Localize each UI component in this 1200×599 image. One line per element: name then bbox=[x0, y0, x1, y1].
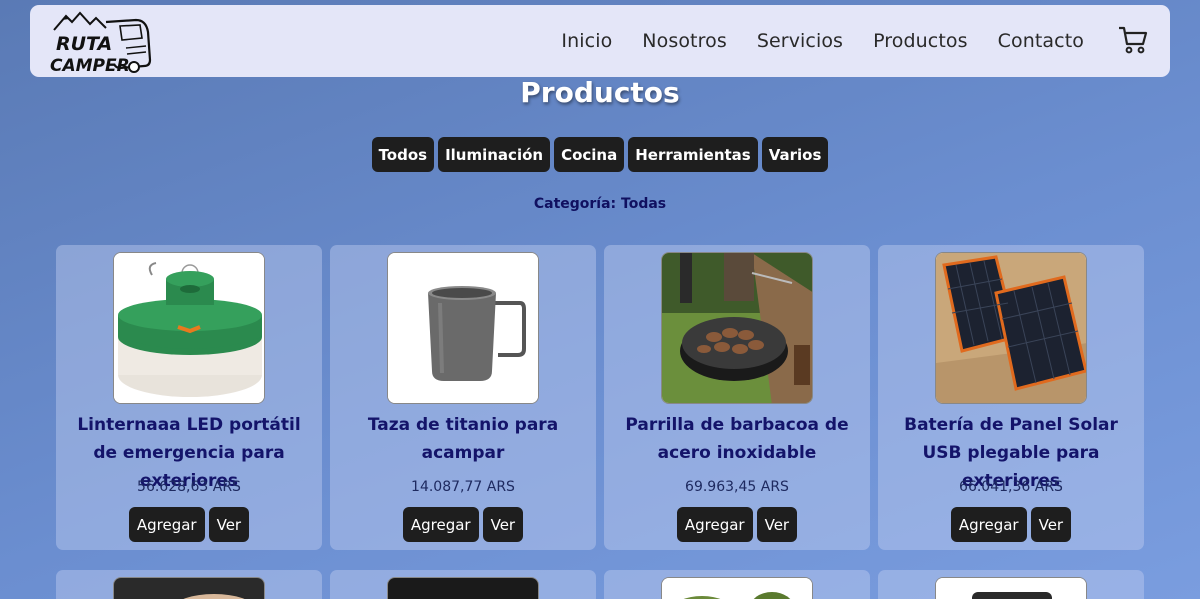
product-card: Parrilla de barbacoa de acero inoxidable… bbox=[604, 245, 870, 550]
category-filters: Todos Iluminación Cocina Herramientas Va… bbox=[0, 137, 1200, 172]
filter-varios-button[interactable]: Varios bbox=[761, 137, 829, 172]
product-card: Taza de titanio para acampar 14.087,77 A… bbox=[330, 245, 596, 550]
product-price: 66.041,36 ARS bbox=[959, 479, 1063, 495]
product-image[interactable] bbox=[387, 577, 539, 599]
product-name[interactable]: Parrilla de barbacoa de acero inoxidable bbox=[612, 411, 862, 467]
product-name[interactable]: Taza de titanio para acampar bbox=[338, 411, 588, 467]
view-product-button[interactable]: Ver bbox=[756, 507, 798, 542]
product-price: 69.963,45 ARS bbox=[685, 479, 789, 495]
product-image-led-lantern[interactable] bbox=[113, 252, 265, 404]
nav-link-contacto[interactable]: Contacto bbox=[998, 30, 1084, 52]
add-to-cart-button[interactable]: Agregar bbox=[676, 507, 753, 542]
nav-links: Inicio Nosotros Servicios Productos Cont… bbox=[531, 5, 1084, 77]
product-price: 56.628,63 ARS bbox=[137, 479, 241, 495]
nav-link-servicios[interactable]: Servicios bbox=[757, 30, 843, 52]
logo-text-camper: CAMPER bbox=[50, 56, 130, 74]
product-image[interactable] bbox=[661, 577, 813, 599]
product-price: 14.087,77 ARS bbox=[411, 479, 515, 495]
filter-cocina-button[interactable]: Cocina bbox=[554, 137, 625, 172]
product-card bbox=[878, 570, 1144, 599]
nav-link-nosotros[interactable]: Nosotros bbox=[642, 30, 727, 52]
current-category-label: Categoría: Todas bbox=[533, 196, 667, 212]
product-card bbox=[330, 570, 596, 599]
product-card: Batería de Panel Solar USB plegable para… bbox=[878, 245, 1144, 550]
nav-link-inicio[interactable]: Inicio bbox=[561, 30, 612, 52]
product-card bbox=[56, 570, 322, 599]
view-product-button[interactable]: Ver bbox=[1030, 507, 1072, 542]
view-product-button[interactable]: Ver bbox=[208, 507, 250, 542]
cart-icon[interactable] bbox=[1118, 25, 1148, 55]
product-image[interactable] bbox=[935, 577, 1087, 599]
filter-todos-button[interactable]: Todos bbox=[371, 137, 435, 172]
navbar: RUTA CAMPER Inicio Nosotros Servicios Pr… bbox=[30, 5, 1170, 77]
logo-text-ruta: RUTA bbox=[56, 33, 112, 55]
ruta-camper-logo[interactable]: RUTA CAMPER bbox=[50, 8, 154, 76]
product-image[interactable] bbox=[113, 577, 265, 599]
product-image-solar-panels[interactable] bbox=[935, 252, 1087, 404]
product-image-bbq-grill[interactable] bbox=[661, 252, 813, 404]
add-to-cart-button[interactable]: Agregar bbox=[128, 507, 205, 542]
page-title: Productos bbox=[520, 76, 680, 109]
product-card: Linternaaa LED portátil de emergencia pa… bbox=[56, 245, 322, 550]
filter-herramientas-button[interactable]: Herramientas bbox=[628, 137, 758, 172]
product-image-titanium-mug[interactable] bbox=[387, 252, 539, 404]
product-card bbox=[604, 570, 870, 599]
view-product-button[interactable]: Ver bbox=[482, 507, 524, 542]
nav-link-productos[interactable]: Productos bbox=[873, 30, 968, 52]
add-to-cart-button[interactable]: Agregar bbox=[950, 507, 1027, 542]
filter-iluminacion-button[interactable]: Iluminación bbox=[438, 137, 551, 172]
add-to-cart-button[interactable]: Agregar bbox=[402, 507, 479, 542]
